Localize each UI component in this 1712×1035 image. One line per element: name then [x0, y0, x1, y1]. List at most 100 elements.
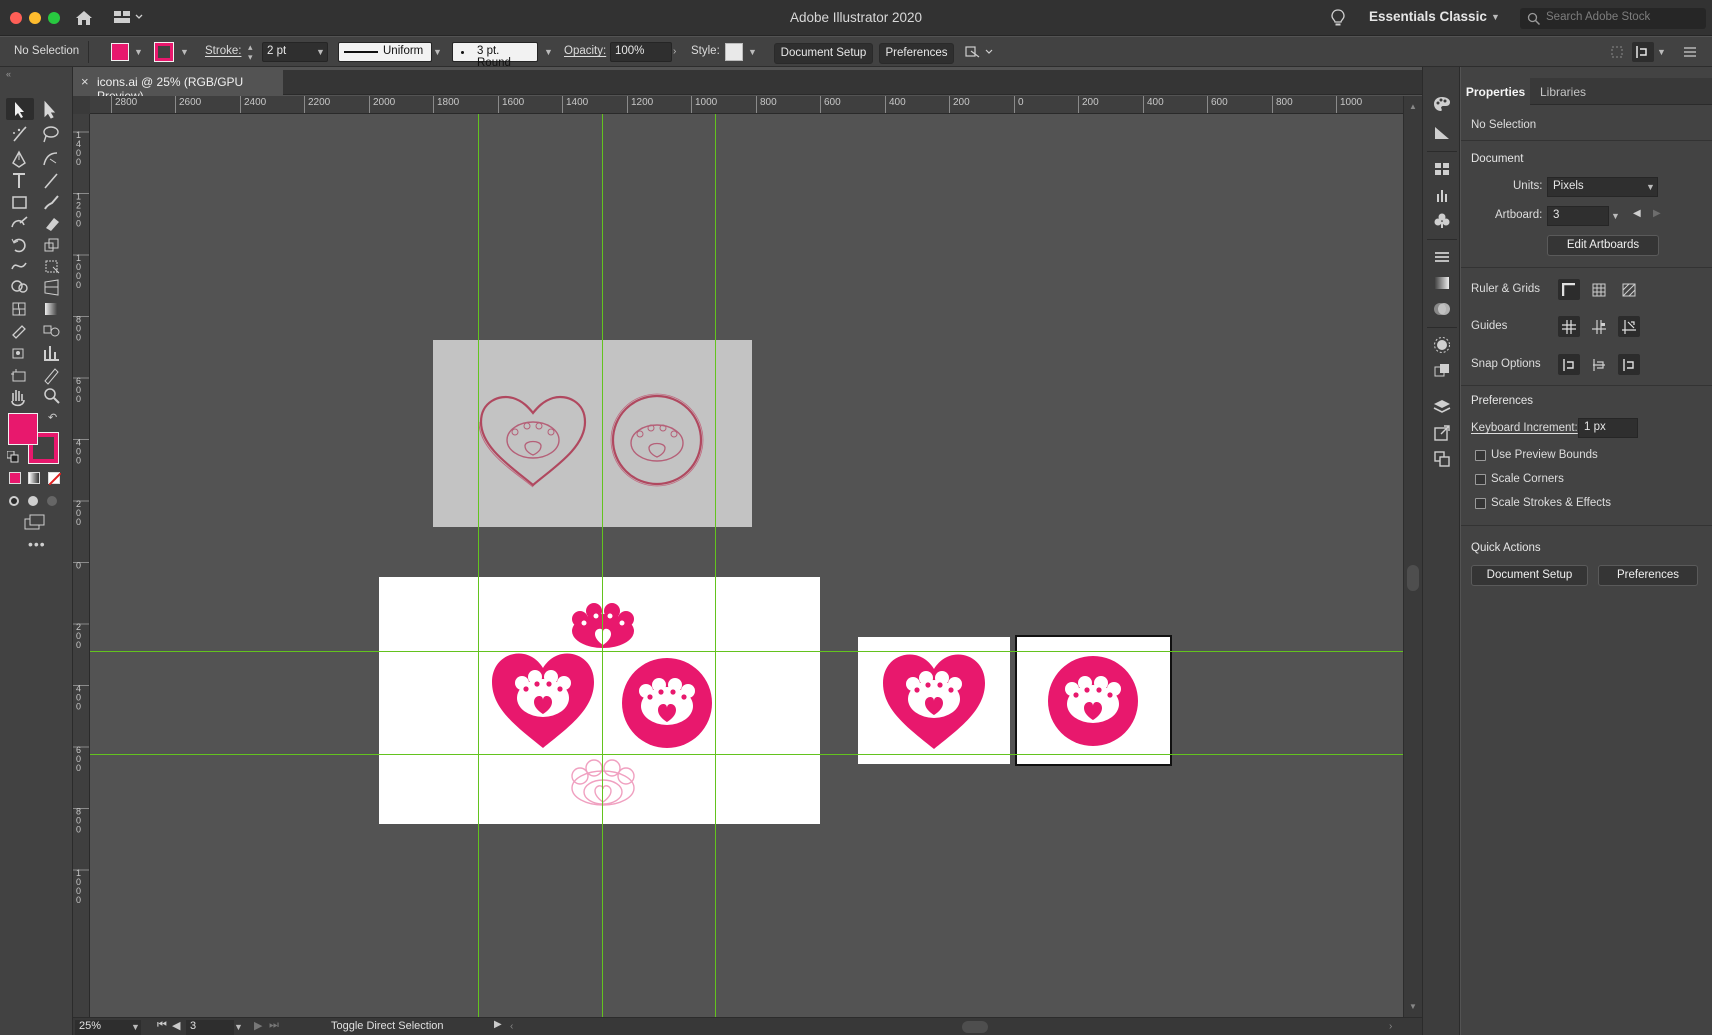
ruler-origin[interactable] — [73, 96, 90, 114]
status-menu-icon[interactable]: ▶ — [494, 1019, 502, 1030]
ruler-icon[interactable] — [1558, 279, 1580, 300]
prev-artboard-icon[interactable]: ◀ — [1633, 208, 1641, 219]
chevron-down-icon[interactable]: ▼ — [234, 1022, 243, 1032]
color-palette-icon[interactable] — [1432, 94, 1452, 114]
horizontal-ruler[interactable]: 2800 2600 2400 2200 2000 1800 1600 1400 … — [90, 96, 1403, 114]
artboard-select[interactable]: 3 — [1547, 206, 1609, 226]
horizontal-scroll-thumb[interactable] — [962, 1021, 988, 1033]
guide-vertical[interactable] — [478, 114, 479, 1017]
keyboard-increment-label[interactable]: Keyboard Increment: — [1471, 422, 1578, 434]
scroll-up-icon[interactable]: ▲ — [1409, 102, 1417, 111]
swatches-icon[interactable] — [1432, 159, 1452, 179]
chevron-down-icon[interactable]: ▼ — [748, 47, 757, 57]
gradient-mode-icon[interactable] — [28, 472, 40, 484]
chevron-down-icon[interactable]: ▼ — [1611, 211, 1620, 221]
grid-icon[interactable] — [1588, 279, 1610, 300]
chevron-down-icon[interactable]: ▼ — [1491, 12, 1500, 22]
last-artboard-icon[interactable]: ⏭ — [269, 1019, 279, 1032]
artboards-icon[interactable] — [1432, 449, 1452, 469]
edit-toolbar-icon[interactable]: ••• — [28, 536, 46, 552]
vertical-scroll-thumb[interactable] — [1407, 565, 1419, 591]
edit-artboards-button[interactable]: Edit Artboards — [1547, 235, 1659, 256]
guide-vertical[interactable] — [715, 114, 716, 1017]
chevron-down-icon[interactable]: ▼ — [1646, 182, 1655, 192]
keyboard-increment-field[interactable]: 1 px — [1578, 418, 1638, 438]
scale-strokes-checkbox[interactable] — [1475, 498, 1486, 509]
first-artboard-icon[interactable]: ⏮ — [157, 1019, 167, 1032]
stock-search-input[interactable]: Search Adobe Stock — [1520, 8, 1706, 29]
brushes-icon[interactable] — [1432, 185, 1452, 205]
color-guide-icon[interactable] — [1432, 122, 1452, 142]
tab-libraries[interactable]: Libraries — [1540, 78, 1600, 105]
brush-definition[interactable]: 3 pt. Round — [452, 42, 538, 69]
stroke-panel-icon[interactable] — [1432, 247, 1452, 267]
snap-to-glyph-icon[interactable] — [1618, 354, 1640, 375]
preferences-button[interactable]: Preferences — [879, 43, 954, 64]
artboard-number-field[interactable]: 3 — [186, 1020, 234, 1035]
panel-menu-icon[interactable] — [1683, 45, 1697, 62]
chevron-down-icon[interactable]: ▼ — [180, 47, 189, 57]
arrange-documents-icon[interactable] — [965, 45, 995, 62]
prev-artboard-icon[interactable]: ◀ — [172, 1019, 180, 1032]
qa-document-setup-button[interactable]: Document Setup — [1471, 565, 1588, 586]
smart-guides-icon[interactable] — [1618, 316, 1640, 337]
chevron-down-icon[interactable]: ▼ — [544, 47, 553, 57]
lock-guides-icon[interactable] — [1588, 316, 1610, 337]
close-icon[interactable]: × — [81, 74, 89, 89]
chevron-down-icon[interactable]: ▼ — [131, 1022, 140, 1032]
next-artboard-icon[interactable]: ▶ — [254, 1019, 262, 1032]
gradient-panel-icon[interactable] — [1432, 273, 1452, 293]
screen-mode-icon[interactable] — [24, 514, 46, 533]
tab-properties[interactable]: Properties — [1461, 78, 1530, 105]
chevron-down-icon[interactable]: ▼ — [433, 47, 442, 57]
opacity-label[interactable]: Opacity: — [564, 45, 606, 57]
next-artboard-icon[interactable]: ▶ — [1653, 208, 1661, 219]
drawing-modes-icon[interactable] — [7, 494, 63, 511]
asset-export-icon[interactable] — [1432, 423, 1452, 443]
graphic-styles-icon[interactable] — [1432, 361, 1452, 381]
scale-corners-checkbox[interactable] — [1475, 474, 1486, 485]
fill-swatch[interactable] — [111, 43, 129, 61]
stroke-stepper[interactable]: ▴ ▾ — [248, 42, 253, 62]
vertical-ruler[interactable]: 1400120010008006004002000200400600800100… — [73, 114, 90, 1017]
show-guides-icon[interactable] — [1558, 316, 1580, 337]
artboard-main[interactable] — [379, 577, 820, 824]
stroke-swatch[interactable] — [154, 42, 174, 62]
symbols-icon[interactable] — [1432, 211, 1452, 231]
guide-horizontal[interactable] — [90, 754, 1403, 755]
document-tab[interactable]: × icons.ai @ 25% (RGB/GPU Preview) — [73, 70, 283, 103]
workspace-switcher[interactable]: Essentials Classic — [1369, 9, 1487, 24]
opacity-field[interactable]: 100% — [610, 42, 672, 62]
chevron-right-icon[interactable]: › — [673, 46, 676, 57]
layers-icon[interactable] — [1432, 397, 1452, 417]
use-preview-bounds-checkbox[interactable] — [1475, 450, 1486, 461]
chevron-down-icon[interactable]: ▼ — [134, 47, 143, 57]
color-mode-icon[interactable] — [9, 472, 21, 484]
artboard-heart[interactable] — [858, 637, 1010, 764]
snap-toggle-icon[interactable] — [1632, 42, 1654, 62]
graphic-style-swatch[interactable] — [725, 43, 743, 61]
chevron-down-icon[interactable]: ▼ — [316, 47, 325, 57]
snap-to-pixel-icon[interactable] — [1588, 354, 1610, 375]
appearance-icon[interactable] — [1432, 335, 1452, 355]
default-colors-icon[interactable] — [6, 450, 19, 466]
chevron-down-icon[interactable]: ▼ — [1657, 47, 1666, 57]
swap-fill-stroke-icon[interactable]: ↶ — [48, 411, 57, 424]
vertical-scrollbar[interactable]: ▲ ▼ — [1403, 96, 1422, 1017]
transparency-icon[interactable] — [1432, 299, 1452, 319]
scroll-right-icon[interactable]: › — [1389, 1021, 1392, 1032]
document-setup-button[interactable]: Document Setup — [774, 43, 873, 64]
transparency-grid-icon[interactable] — [1618, 279, 1640, 300]
sketch-placed-image[interactable] — [433, 340, 752, 527]
scroll-left-icon[interactable]: ‹ — [510, 1021, 513, 1032]
guide-vertical[interactable] — [602, 114, 603, 1017]
align-to-icon[interactable] — [1610, 45, 1624, 62]
units-select[interactable]: Pixels — [1547, 177, 1658, 197]
collapse-icon[interactable]: « — [6, 69, 11, 79]
scroll-down-icon[interactable]: ▼ — [1409, 1002, 1417, 1011]
artboard-circle-active[interactable] — [1015, 635, 1172, 766]
snap-to-point-icon[interactable] — [1558, 354, 1580, 375]
canvas[interactable] — [90, 114, 1403, 1017]
qa-preferences-button[interactable]: Preferences — [1598, 565, 1698, 586]
fill-color-front[interactable] — [8, 413, 38, 445]
